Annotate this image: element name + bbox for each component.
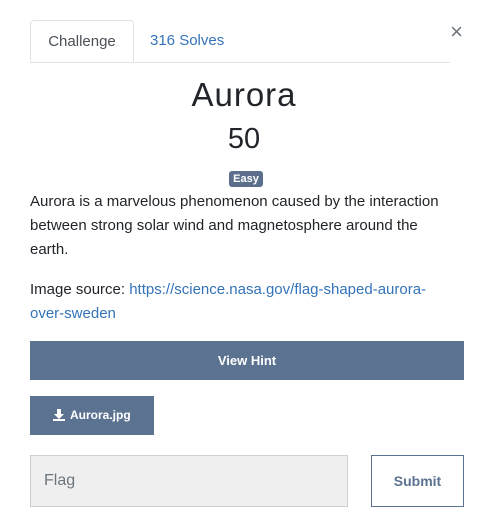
challenge-description: Aurora is a marvelous phenomenon caused … <box>30 190 460 262</box>
tab-solves[interactable]: 316 Solves <box>150 20 224 62</box>
submit-button[interactable]: Submit <box>371 455 464 507</box>
image-source-label: Image source: <box>30 281 130 298</box>
file-name: Aurora.jpg <box>70 408 131 422</box>
file-download-button[interactable]: Aurora.jpg <box>30 396 154 435</box>
download-icon <box>53 409 65 421</box>
tab-challenge[interactable]: Challenge <box>30 20 134 62</box>
view-hint-button[interactable]: View Hint <box>30 341 464 380</box>
description-text: Aurora is a marvelous phenomenon caused … <box>30 193 439 258</box>
challenge-tabs: Challenge 316 Solves <box>30 20 450 63</box>
flag-input[interactable] <box>30 455 348 507</box>
close-icon[interactable]: × <box>450 20 463 44</box>
difficulty-badge: Easy <box>229 171 263 187</box>
challenge-title: Aurora <box>191 76 297 113</box>
challenge-points: 50 <box>227 123 261 155</box>
image-source: Image source: https://science.nasa.gov/f… <box>30 278 460 326</box>
